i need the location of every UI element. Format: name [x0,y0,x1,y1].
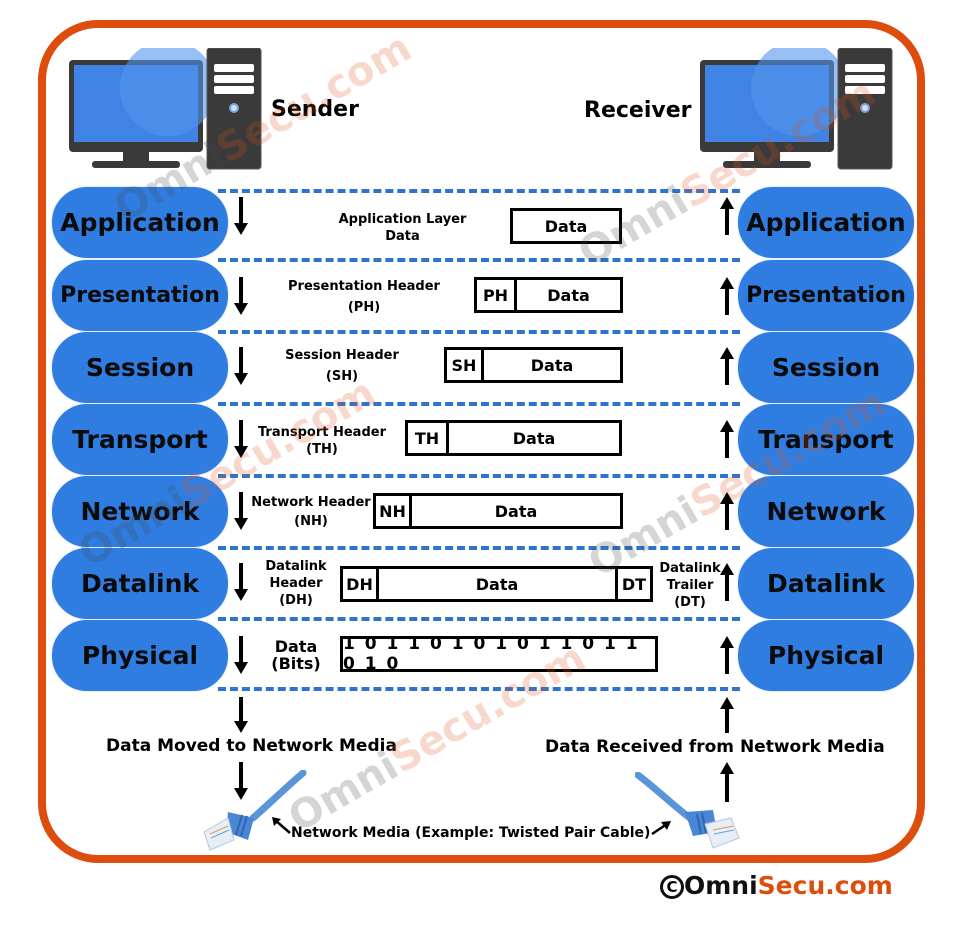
receiver-computer-icon [699,40,894,174]
down-arrow-icon [234,697,248,733]
transport-pdu: TH Data [405,420,622,456]
pdu-data: Data [530,355,574,375]
physical-description: Data (Bits) [271,637,321,673]
layer-separator [218,189,740,193]
pdu-data: Data [494,501,538,521]
network-description: Network Header (NH) [251,495,371,529]
pdu-data: Data [544,216,588,236]
sender-label: Sender [271,97,359,122]
receiver-layer-presentation: Presentation [737,259,915,332]
pdu-header: SH [447,350,484,380]
layer-separator [218,402,740,406]
down-arrow-icon [234,347,248,385]
receiver-label: Receiver [584,98,692,123]
transport-description: Transport Header (TH) [257,425,386,457]
copyright-icon: C [660,875,684,899]
down-arrow-icon [234,197,248,235]
up-arrow-icon [720,697,734,733]
receiver-layer-datalink: Datalink [737,547,915,620]
receiver-layer-transport: Transport [737,403,915,476]
receiver-layer-network: Network [737,475,915,548]
datalink-pdu: DH Data DT [340,566,653,602]
data-moved-to-media-label: Data Moved to Network Media [106,736,397,756]
presentation-pdu: PH Data [474,277,623,313]
up-arrow-icon [720,420,734,458]
layer-separator [218,687,740,691]
pdu-data: Data [475,574,519,594]
datalink-header-description: Datalink Header (DH) [265,559,327,608]
down-arrow-icon [234,420,248,458]
up-arrow-icon [720,492,734,530]
receiver-layer-session: Session [737,331,915,404]
layer-separator [218,546,740,550]
receiver-layer-physical: Physical [737,619,915,692]
pdu-header: NH [376,496,412,526]
pdu-data: Data [512,428,556,448]
layer-separator [218,330,740,334]
sender-layer-transport: Transport [51,403,229,476]
pdu-header: TH [408,423,449,453]
pdu-header: PH [477,280,517,310]
sender-layer-network: Network [51,475,229,548]
down-arrow-icon [234,492,248,530]
network-media-label: Network Media (Example: Twisted Pair Cab… [291,825,651,841]
session-description: Session Header (SH) [285,348,399,384]
up-arrow-icon [720,636,734,674]
down-arrow-icon [234,563,248,601]
network-pdu: NH Data [373,493,623,529]
sender-layer-application: Application [51,186,229,259]
presentation-description: Presentation Header (PH) [288,279,440,315]
pdu-header: DH [343,569,379,599]
bit-stream: 1 0 1 1 0 1 0 1 0 1 1 0 1 1 0 1 0 [343,634,640,674]
data-received-from-media-label: Data Received from Network Media [545,737,885,757]
datalink-trailer-description: Datalink Trailer (DT) [659,561,721,610]
receiver-layer-application: Application [737,186,915,259]
layer-separator [218,474,740,478]
down-arrow-icon [234,277,248,315]
up-arrow-icon [720,762,734,802]
down-arrow-icon [234,636,248,674]
up-arrow-icon [720,277,734,315]
sender-layer-physical: Physical [51,619,229,692]
layer-separator [218,258,740,262]
sender-computer-icon [68,40,263,174]
application-description: Application Layer Data [338,212,467,244]
sender-layer-session: Session [51,331,229,404]
sender-layer-datalink: Datalink [51,547,229,620]
pdu-data: Data [547,285,590,305]
up-arrow-icon [720,197,734,235]
down-arrow-icon [234,762,248,800]
layer-separator [218,617,740,621]
up-arrow-icon [720,563,734,601]
up-arrow-icon [720,347,734,385]
session-pdu: SH Data [444,347,623,383]
sender-layer-presentation: Presentation [51,259,229,332]
ethernet-cable-icon [203,770,307,851]
copyright-brand: C OmniSecu.com [660,871,893,900]
physical-bits: 1 0 1 1 0 1 0 1 0 1 1 0 1 1 0 1 0 [340,634,658,674]
pdu-trailer: DT [615,569,650,599]
application-pdu: Data [510,208,622,244]
